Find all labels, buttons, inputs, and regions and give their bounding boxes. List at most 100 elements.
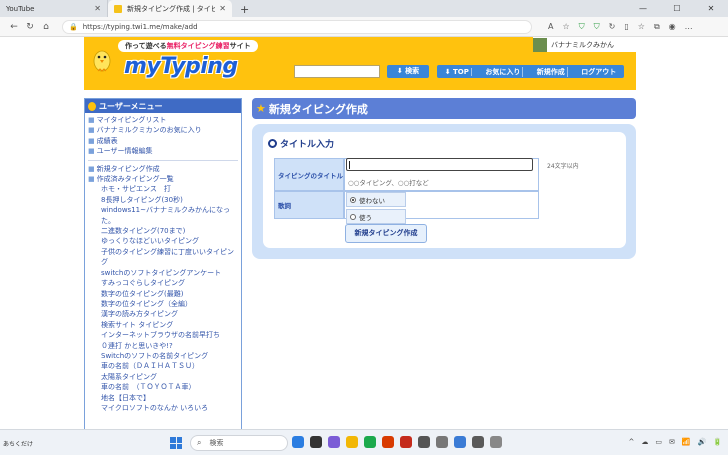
search-input[interactable] — [294, 65, 380, 78]
list-item[interactable]: 数字の位タイピング(最難) — [101, 289, 238, 299]
user-icon — [88, 101, 96, 111]
refresh-extension-icon[interactable]: ↻ — [609, 22, 616, 31]
office-icon[interactable] — [400, 436, 412, 448]
divider — [88, 159, 238, 161]
list-item[interactable]: 数字の位タイピング（全編） — [101, 299, 238, 309]
powerpoint-icon[interactable] — [382, 436, 394, 448]
list-item[interactable]: 二進数タイピング(70まで) — [101, 226, 238, 236]
close-icon[interactable]: ✕ — [219, 4, 226, 13]
volume-icon[interactable]: 🔊 — [698, 438, 707, 446]
list-item[interactable]: windows11~バナナミルクみかんになった。 — [101, 205, 238, 226]
url-field[interactable]: 🔒 https://typing.twi1.me/make/add — [62, 19, 532, 34]
file-explorer-icon[interactable] — [346, 436, 358, 448]
favorites-icon[interactable]: ☆ — [638, 22, 645, 31]
wifi-icon[interactable]: 📶 — [682, 438, 691, 446]
bing-icon[interactable] — [292, 436, 304, 448]
radio-selected-icon — [350, 196, 356, 203]
sidebar-item-favorites[interactable]: ■ バナナミルクミカンのお気に入り — [88, 125, 238, 135]
page-title: ★ 新規タイピング作成 — [252, 98, 636, 119]
radio-no-lyrics[interactable]: 使わない — [346, 192, 406, 207]
refresh-icon[interactable]: ↻ — [22, 22, 38, 32]
sidebar-item-edit-profile[interactable]: ■ ユーザー情報編集 — [88, 146, 238, 156]
sidebar-item-scores[interactable]: ■ 成績表 — [88, 136, 238, 146]
user-area[interactable]: バナナミルクみかん — [533, 37, 636, 52]
tagline: 作って遊べる無料タイピング練習サイト — [118, 40, 258, 52]
list-item[interactable]: 8長押しタイピング(30秒) — [101, 195, 238, 205]
sidebar-item-new-typing[interactable]: ■ 新規タイピング作成 — [88, 164, 238, 174]
display-icon[interactable]: ▭ — [655, 438, 662, 446]
close-icon[interactable]: ✕ — [94, 4, 101, 13]
title-label: タイピングのタイトル — [278, 171, 343, 180]
tagline-pre: 作って遊べる — [125, 42, 167, 50]
home-icon[interactable]: ⌂ — [38, 22, 54, 32]
list-item[interactable]: マイクロソフトのなんか いろいろ — [101, 403, 238, 413]
list-item[interactable]: switchのソフトタイピングアンケート — [101, 268, 238, 278]
form-inner: タイトル入力 タイピングのタイトル 24文字以内 ○○タイピング、○○打など 歌… — [263, 132, 626, 248]
back-icon[interactable]: ← — [6, 22, 22, 32]
address-bar: ← ↻ ⌂ 🔒 https://typing.twi1.me/make/add … — [0, 17, 728, 37]
nav-new[interactable]: 新規作成 — [535, 66, 568, 77]
shield-check-icon[interactable]: ⛉ — [594, 22, 600, 32]
list-item[interactable]: 車の名前（ＤＡＩＨＡＴＳＵ） — [101, 361, 238, 371]
collections-icon[interactable]: ⧉ — [654, 22, 660, 32]
windows-start-icon[interactable] — [170, 437, 182, 449]
close-window-button[interactable]: ✕ — [694, 0, 728, 17]
created-typing-list: ホモ・サピエンス 打 8長押しタイピング(30秒) windows11~バナナミ… — [88, 184, 238, 413]
tab-mytyping[interactable]: 新規タイピング作成 | タイピング練習 ✕ — [108, 0, 232, 17]
favorite-star-icon[interactable]: ☆ — [562, 22, 569, 31]
list-item[interactable]: Switchのソフトの名前タイピング — [101, 351, 238, 361]
tab-bar: YouTube ✕ 新規タイピング作成 | タイピング練習 ✕ + — ☐ ✕ — [0, 0, 728, 17]
sidebar-item-mylist[interactable]: ■ マイタイピングリスト — [88, 115, 238, 125]
list-item[interactable]: 検索サイト タイピング — [101, 320, 238, 330]
lock-icon: 🔒 — [69, 22, 78, 31]
list-item[interactable]: ゆっくりなほどいいタイピング — [101, 236, 238, 246]
taskbar-apps — [292, 436, 502, 448]
taskbar-search[interactable]: ⌕ 検索 — [190, 435, 288, 451]
split-screen-icon[interactable]: ▯ — [624, 22, 628, 31]
list-item[interactable]: ホモ・サピエンス 打 — [101, 184, 238, 194]
minimize-button[interactable]: — — [626, 0, 660, 17]
search-button[interactable]: ⬇ 検索 — [387, 65, 429, 78]
nav-logout[interactable]: ログアウト — [579, 67, 618, 77]
page-title-text: 新規タイピング作成 — [268, 102, 368, 116]
typing-title-input[interactable] — [346, 158, 533, 171]
task-view-icon[interactable] — [310, 436, 322, 448]
sidebar-item-created-list[interactable]: ■ 作成済みタイピング一覧 — [88, 174, 238, 184]
list-item[interactable]: すみっコぐらしタイピング — [101, 278, 238, 288]
browser-tools: A ☆ ⛉ ⛉ ↻ ▯ ☆ ⧉ ◉ … — [548, 22, 693, 32]
new-tab-button[interactable]: + — [232, 3, 257, 17]
weather-widget[interactable]: あちくだけ — [3, 439, 33, 448]
list-item[interactable]: 地名【日本で】 — [101, 393, 238, 403]
app-icon[interactable] — [490, 436, 502, 448]
radio-use-lyrics[interactable]: 使う — [346, 209, 406, 224]
maximize-button[interactable]: ☐ — [660, 0, 694, 17]
list-item[interactable]: 子供のタイピング練習に丁度いいタイピング — [101, 247, 238, 268]
nav-favorites[interactable]: お気に入り — [483, 66, 524, 77]
app-icon[interactable] — [418, 436, 430, 448]
list-item[interactable]: 漢字の読み方タイピング — [101, 309, 238, 319]
list-item[interactable]: 車の名前 （ＴＯＹＯＴＡ車） — [101, 382, 238, 392]
list-item[interactable]: ０連打 かと思いきや!? — [101, 341, 238, 351]
settings-icon[interactable] — [436, 436, 448, 448]
nav-top[interactable]: ⬇ TOP — [443, 67, 472, 76]
read-aloud-icon[interactable]: A — [548, 22, 553, 31]
taskbar-search-label: 検索 — [209, 439, 224, 447]
shield-icon[interactable]: ⛉ — [579, 22, 585, 32]
battery-icon[interactable]: 🔋 — [713, 438, 722, 446]
lyrics-label-cell: 歌詞 — [274, 191, 344, 219]
favicon-icon — [114, 4, 122, 13]
profile-icon[interactable]: ◉ — [669, 22, 676, 31]
edge-icon[interactable] — [364, 436, 376, 448]
mail-icon[interactable]: ✉ — [669, 438, 675, 446]
cloud-icon[interactable]: ☁ — [641, 438, 648, 446]
tray-expand-icon[interactable]: ^ — [628, 438, 634, 446]
store-icon[interactable] — [454, 436, 466, 448]
list-item[interactable]: 太陽系タイピング — [101, 372, 238, 382]
site-logo[interactable]: myTyping — [124, 54, 238, 79]
teams-icon[interactable] — [328, 436, 340, 448]
list-item[interactable]: インターネットブラウザの名前早打ち — [101, 330, 238, 340]
create-typing-button[interactable]: 新規タイピング作成 — [345, 224, 427, 243]
more-icon[interactable]: … — [685, 22, 693, 31]
tab-youtube[interactable]: YouTube ✕ — [0, 0, 108, 17]
app-icon[interactable] — [472, 436, 484, 448]
